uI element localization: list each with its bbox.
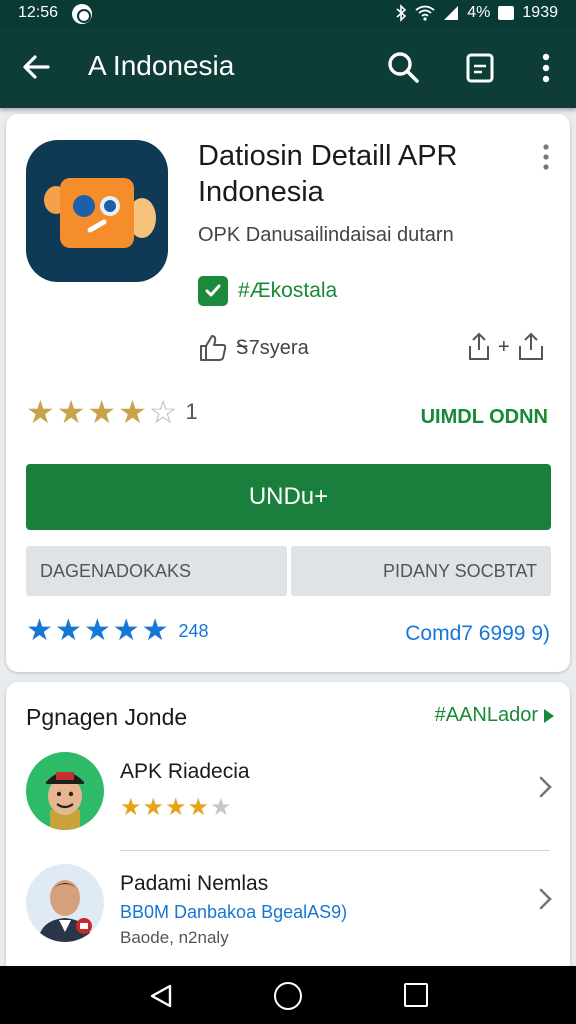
chevron-right-icon: [539, 776, 552, 798]
related-card: Pgnagen Jonde #AANLador APK Riadecia ★ ★…: [6, 682, 570, 982]
secondary-actions: DAGENADOKAKS PIDANY SOCBTAT: [26, 546, 551, 596]
rating-count: 1: [185, 399, 198, 424]
install-button[interactable]: UNDu+: [26, 464, 551, 530]
secondary-left-button[interactable]: DAGENADOKAKS: [26, 546, 287, 596]
list-item[interactable]: Padami Nemlas BB0M Danbakoa BgealAS9) Ba…: [6, 862, 570, 972]
search-icon[interactable]: [386, 50, 422, 86]
nav-recents-icon[interactable]: [404, 983, 428, 1007]
arrow-right-icon: [544, 708, 554, 723]
chevron-right-icon: [539, 888, 552, 910]
item-meta: Baode, n2naly: [120, 928, 229, 947]
share-icon-2[interactable]: [516, 332, 546, 362]
status-bar: 12:56 4% 1939: [0, 0, 576, 28]
item-name: APK Riadecia: [120, 760, 250, 783]
wifi-icon: [415, 5, 435, 21]
empty-star-icon: ★: [210, 794, 232, 821]
status-time: 12:56: [18, 4, 59, 21]
share-icon[interactable]: [466, 332, 492, 362]
star-icon: ★: [141, 614, 169, 647]
half-star-icon: ★: [187, 794, 210, 821]
blue-rating-count: 248: [178, 620, 209, 641]
check-icon: [198, 276, 228, 306]
item-subtitle: BB0M Danbakoa BgealAS9): [120, 902, 348, 922]
like-label: Ꭶ7syera: [236, 336, 309, 359]
downloads-label[interactable]: UIMDL ODNN: [421, 406, 548, 429]
app-bar: A Indonesia: [0, 28, 576, 108]
item-rating: ★ ★ ★ ★ ★: [120, 796, 232, 820]
star-icon: ★: [54, 614, 82, 647]
like-icon: [200, 335, 227, 361]
divider: [120, 850, 550, 851]
secondary-right-button[interactable]: PIDANY SOCBTAT: [290, 546, 551, 596]
nav-back-icon[interactable]: [148, 983, 174, 1009]
app-subtitle: OPK Danusailindaisai dutarn: [198, 224, 454, 246]
system-nav-bar: [0, 966, 576, 1024]
see-more-link[interactable]: #AANLador: [435, 704, 554, 727]
star-icon: ★: [120, 794, 142, 821]
star-icon: ★: [83, 614, 111, 647]
star-icon: ★: [112, 614, 140, 647]
empty-star-icon: ☆: [148, 394, 178, 430]
avatar: [26, 864, 104, 942]
app-detail-card: Datiosin Detaill APR Indonesia OPK Danus…: [6, 114, 570, 672]
star-icon: ★: [26, 394, 55, 430]
status-icons: 4% 1939: [395, 4, 558, 22]
share-plus-label: +: [498, 335, 510, 358]
bluetooth-icon: [396, 4, 407, 22]
star-icon: ★: [56, 394, 86, 430]
star-icon: ★: [87, 394, 117, 430]
nav-home-icon[interactable]: [274, 982, 302, 1010]
item-name: Padami Nemlas: [120, 872, 269, 895]
app-icon: [26, 140, 168, 282]
app-bar-title: A Indonesia: [88, 50, 235, 81]
star-icon: ★: [165, 794, 187, 821]
overflow-menu-icon[interactable]: [528, 50, 564, 86]
notification-icon: [72, 4, 92, 24]
app-title: Datiosin Detaill APR Indonesia: [198, 140, 458, 208]
half-star-icon: ★: [118, 394, 147, 430]
see-more-label: #AANLador: [434, 704, 538, 726]
blue-rating: ★ ★ ★ ★ ★ 248: [26, 616, 209, 646]
battery-percent: 4%: [467, 4, 491, 21]
like-button[interactable]: Ꭶ7syera: [198, 334, 309, 362]
star-icon: ★: [26, 614, 53, 647]
back-arrow-icon[interactable]: [20, 50, 54, 84]
share-actions: +: [466, 332, 546, 362]
status-clock-right: 1939: [522, 4, 558, 21]
battery-icon: [498, 6, 515, 20]
list-item[interactable]: APK Riadecia ★ ★ ★ ★ ★: [6, 750, 570, 860]
star-icon: ★: [142, 794, 165, 821]
card-overflow-icon[interactable]: [534, 142, 558, 172]
signal-icon: [444, 6, 459, 20]
menu-box-icon[interactable]: [462, 50, 498, 86]
section-title: Pgnagen Jonde: [26, 704, 188, 730]
reviews-link[interactable]: Comd7 6999 9): [405, 622, 550, 646]
app-rating: ★ ★ ★ ★ ☆ 1: [26, 396, 198, 428]
verified-label: #Ækostala: [238, 279, 338, 302]
avatar: [26, 752, 104, 830]
verified-badge: #Ækostala: [198, 276, 337, 306]
